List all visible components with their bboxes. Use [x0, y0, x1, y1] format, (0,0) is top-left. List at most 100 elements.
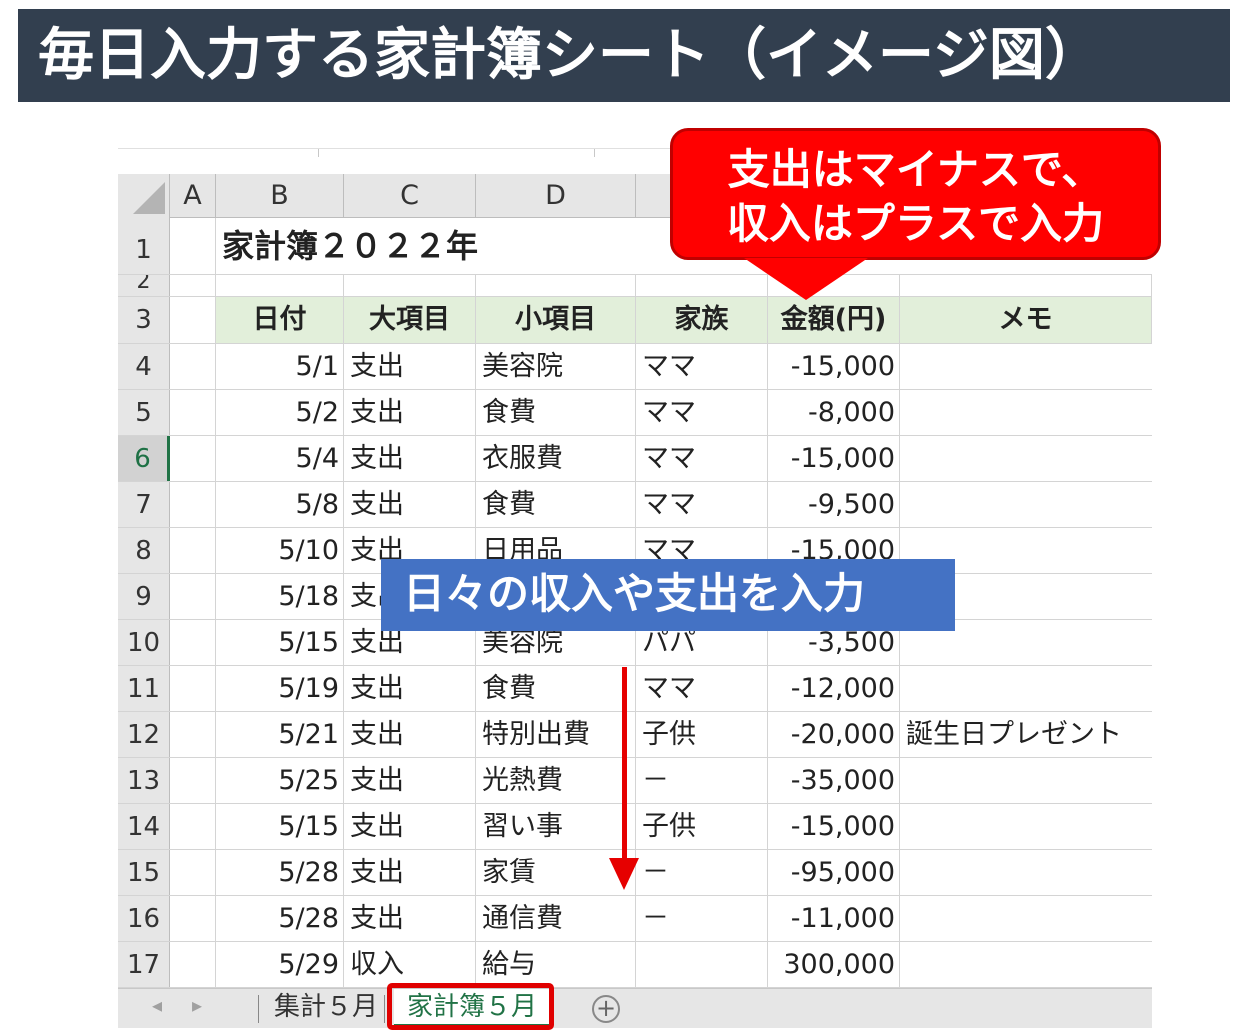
cell-minor[interactable]: 習い事	[476, 804, 636, 849]
cell-major[interactable]: 支出	[344, 436, 476, 481]
cell-a[interactable]	[170, 666, 216, 711]
row-header[interactable]: 3	[118, 297, 170, 343]
row-header[interactable]: 11	[118, 666, 170, 711]
cell-family[interactable]: －	[636, 896, 768, 941]
cell-major[interactable]: 支出	[344, 804, 476, 849]
cell-date[interactable]: 5/25	[216, 758, 344, 803]
cell-family[interactable]: 子供	[636, 804, 768, 849]
cell-amount[interactable]: -15,000	[768, 436, 900, 481]
cell-amount[interactable]: -20,000	[768, 712, 900, 757]
cell-family[interactable]: －	[636, 758, 768, 803]
row-header[interactable]: 17	[118, 942, 170, 987]
cell-major[interactable]: 支出	[344, 390, 476, 435]
cell-memo[interactable]: 誕生日プレゼント	[900, 712, 1152, 757]
cell-date[interactable]: 5/28	[216, 896, 344, 941]
column-header-d[interactable]: D	[476, 174, 636, 218]
cell-minor[interactable]: 通信費	[476, 896, 636, 941]
row-header[interactable]: 12	[118, 712, 170, 757]
cell-major[interactable]: 支出	[344, 344, 476, 389]
cell[interactable]	[900, 275, 1152, 296]
cell-minor[interactable]: 衣服費	[476, 436, 636, 481]
cell-major[interactable]: 支出	[344, 482, 476, 527]
cell[interactable]	[216, 275, 344, 296]
cell-a[interactable]	[170, 482, 216, 527]
cell-date[interactable]: 5/10	[216, 528, 344, 573]
row-header[interactable]: 2	[118, 275, 170, 296]
row-header[interactable]: 7	[118, 482, 170, 527]
cell-amount[interactable]: -11,000	[768, 896, 900, 941]
cell[interactable]	[344, 275, 476, 296]
cell-minor[interactable]: 給与	[476, 942, 636, 987]
cell-memo[interactable]	[900, 436, 1152, 481]
row-header[interactable]: 1	[118, 218, 170, 274]
cell[interactable]	[170, 218, 216, 274]
cell-major[interactable]: 支出	[344, 666, 476, 711]
cell-minor[interactable]: 光熱費	[476, 758, 636, 803]
cell[interactable]	[476, 275, 636, 296]
row-header[interactable]: 16	[118, 896, 170, 941]
header-family[interactable]: 家族	[636, 297, 768, 343]
row-header[interactable]: 5	[118, 390, 170, 435]
cell-memo[interactable]	[900, 804, 1152, 849]
cell-memo[interactable]	[900, 758, 1152, 803]
cell-date[interactable]: 5/19	[216, 666, 344, 711]
header-amount[interactable]: 金額(円)	[768, 297, 900, 343]
cell-a[interactable]	[170, 390, 216, 435]
tab-summary-may[interactable]: 集計５月	[270, 989, 382, 1027]
cell-a[interactable]	[170, 850, 216, 895]
cell-date[interactable]: 5/15	[216, 804, 344, 849]
cell-amount[interactable]: -8,000	[768, 390, 900, 435]
cell-date[interactable]: 5/1	[216, 344, 344, 389]
cell-amount[interactable]: -35,000	[768, 758, 900, 803]
cell-family[interactable]: ママ	[636, 344, 768, 389]
cell-a[interactable]	[170, 344, 216, 389]
header-memo[interactable]: メモ	[900, 297, 1152, 343]
add-sheet-icon[interactable]: +	[592, 995, 620, 1023]
cell-a[interactable]	[170, 436, 216, 481]
cell-amount[interactable]: 300,000	[768, 942, 900, 987]
cell-date[interactable]: 5/8	[216, 482, 344, 527]
tab-scroll-left-icon[interactable]: ◂	[152, 993, 162, 1017]
cell-memo[interactable]	[900, 896, 1152, 941]
cell-minor[interactable]: 特別出費	[476, 712, 636, 757]
cell-a[interactable]	[170, 712, 216, 757]
cell-amount[interactable]: -95,000	[768, 850, 900, 895]
cell-a[interactable]	[170, 574, 216, 619]
header-minor[interactable]: 小項目	[476, 297, 636, 343]
row-header[interactable]: 14	[118, 804, 170, 849]
cell-minor[interactable]: 食費	[476, 390, 636, 435]
cell-minor[interactable]: 美容院	[476, 344, 636, 389]
row-header[interactable]: 15	[118, 850, 170, 895]
row-header[interactable]: 13	[118, 758, 170, 803]
cell-minor[interactable]: 食費	[476, 666, 636, 711]
header-major[interactable]: 大項目	[344, 297, 476, 343]
select-all-corner[interactable]	[118, 174, 170, 218]
row-header[interactable]: 10	[118, 620, 170, 665]
cell-memo[interactable]	[900, 666, 1152, 711]
cell-amount[interactable]: -15,000	[768, 804, 900, 849]
cell-date[interactable]: 5/15	[216, 620, 344, 665]
cell-major[interactable]: 支出	[344, 758, 476, 803]
column-header-b[interactable]: B	[216, 174, 344, 218]
cell-family[interactable]: －	[636, 850, 768, 895]
cell-family[interactable]: ママ	[636, 436, 768, 481]
cell-a[interactable]	[170, 804, 216, 849]
row-header[interactable]: 8	[118, 528, 170, 573]
cell-major[interactable]: 収入	[344, 942, 476, 987]
cell[interactable]	[170, 297, 216, 343]
cell-major[interactable]: 支出	[344, 712, 476, 757]
column-header-a[interactable]: A	[170, 174, 216, 218]
cell-family[interactable]: ママ	[636, 666, 768, 711]
row-header[interactable]: 6	[118, 436, 170, 481]
cell-amount[interactable]: -9,500	[768, 482, 900, 527]
cell-a[interactable]	[170, 896, 216, 941]
cell-family[interactable]: ママ	[636, 390, 768, 435]
cell-date[interactable]: 5/4	[216, 436, 344, 481]
cell-memo[interactable]	[900, 390, 1152, 435]
cell-major[interactable]: 支出	[344, 896, 476, 941]
cell-minor[interactable]: 食費	[476, 482, 636, 527]
cell-a[interactable]	[170, 758, 216, 803]
cell-memo[interactable]	[900, 482, 1152, 527]
cell-date[interactable]: 5/18	[216, 574, 344, 619]
column-header-c[interactable]: C	[344, 174, 476, 218]
